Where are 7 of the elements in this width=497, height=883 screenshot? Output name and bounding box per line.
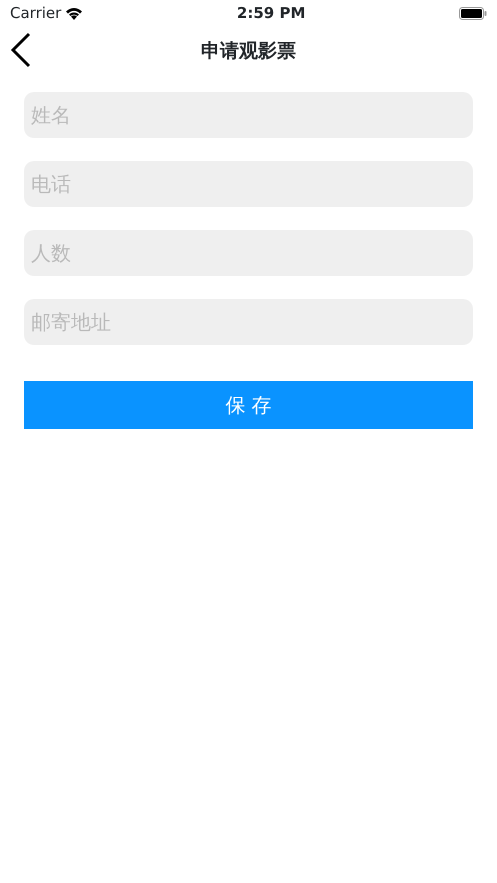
wifi-icon bbox=[65, 6, 84, 20]
battery-icon bbox=[458, 6, 487, 20]
carrier-label: Carrier bbox=[10, 2, 62, 24]
save-button[interactable]: 保 存 bbox=[24, 381, 473, 429]
back-icon[interactable] bbox=[10, 32, 32, 68]
page-title: 申请观影票 bbox=[201, 38, 296, 64]
clock-time: 2:59 PM bbox=[236, 2, 306, 24]
